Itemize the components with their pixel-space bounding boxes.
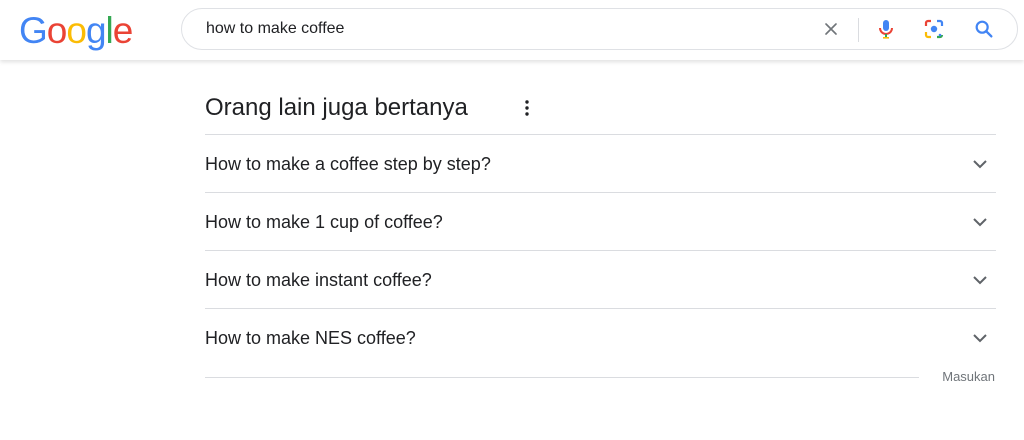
paa-footer: Masukan bbox=[205, 369, 996, 406]
search-box bbox=[181, 8, 1018, 50]
feedback-link[interactable]: Masukan bbox=[942, 369, 995, 385]
paa-question-text: How to make 1 cup of coffee? bbox=[205, 212, 443, 232]
people-also-ask: Orang lain juga bertanya How to make a c… bbox=[205, 88, 996, 406]
google-logo[interactable]: Google bbox=[19, 10, 134, 51]
chevron-down-icon bbox=[970, 328, 990, 348]
header: Google bbox=[0, 0, 1024, 60]
paa-question-item[interactable]: How to make a coffee step by step? bbox=[205, 134, 996, 192]
paa-question-text: How to make a coffee step by step? bbox=[205, 154, 491, 174]
paa-question-item[interactable]: How to make instant coffee? bbox=[205, 250, 996, 308]
logo-letter: G bbox=[19, 10, 48, 51]
paa-question-item[interactable]: How to make NES coffee? bbox=[205, 308, 996, 366]
divider bbox=[205, 377, 919, 378]
logo-letter: e bbox=[112, 10, 134, 51]
microphone-icon[interactable] bbox=[874, 17, 898, 41]
paa-header: Orang lain juga bertanya bbox=[205, 88, 996, 134]
close-icon[interactable] bbox=[819, 17, 843, 41]
search-input[interactable] bbox=[206, 9, 766, 49]
paa-title: Orang lain juga bertanya bbox=[205, 94, 468, 121]
paa-question-text: How to make instant coffee? bbox=[205, 270, 432, 290]
paa-question-text: How to make NES coffee? bbox=[205, 328, 416, 348]
logo-letter: o bbox=[66, 10, 87, 51]
lens-icon[interactable] bbox=[922, 17, 946, 41]
chevron-down-icon bbox=[970, 270, 990, 290]
paa-question-item[interactable]: How to make 1 cup of coffee? bbox=[205, 192, 996, 250]
chevron-down-icon bbox=[970, 212, 990, 232]
logo-letter: o bbox=[46, 10, 68, 51]
logo-letter: g bbox=[85, 10, 107, 51]
search-divider bbox=[858, 18, 859, 42]
chevron-down-icon bbox=[970, 154, 990, 174]
logo-letter: l bbox=[105, 10, 114, 51]
more-vert-icon[interactable] bbox=[517, 96, 537, 120]
search-icon[interactable] bbox=[972, 17, 996, 41]
